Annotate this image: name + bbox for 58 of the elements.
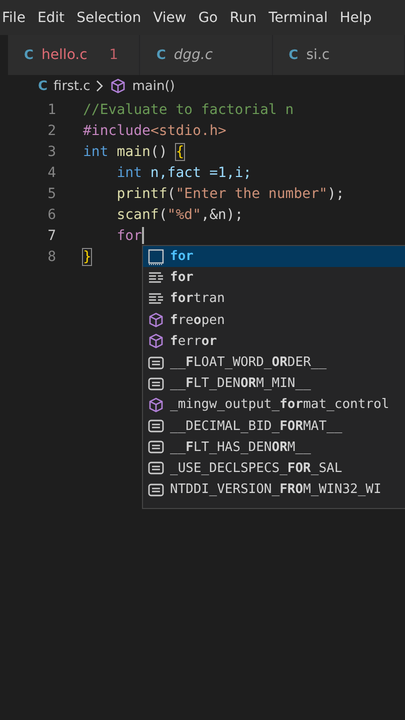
constant-icon [148,460,164,476]
suggestion-item[interactable]: _USE_DECLSPECS_FOR_SAL [143,458,405,480]
line-number: 7 [46,228,57,244]
suggestion-item[interactable]: for [143,267,405,288]
line-number: 6 [46,206,57,222]
chevron-icon [96,80,104,92]
suggestion-item[interactable]: __DECIMAL_BID_FORMAT__ [143,416,405,437]
file-type-label: C [288,48,298,62]
keyword-icon [148,248,164,265]
code-line: } [83,248,92,264]
menu-item[interactable]: Terminal [266,10,336,26]
menu-item[interactable]: Help [338,10,380,26]
suggestion-item[interactable]: fortran [143,288,405,310]
constant-icon [148,354,164,371]
editor-tab[interactable]: C dgg.c [140,35,273,75]
menu-item[interactable]: Edit [35,10,73,26]
code-line: int n,fact =1,i; [116,164,252,180]
code-line: printf("Enter the number"); [116,186,344,202]
file-type-label: C [24,48,34,62]
suggestion-item[interactable]: for [143,246,405,268]
line-number: 4 [46,164,57,180]
cube-icon [110,78,126,94]
cube-icon [148,312,164,328]
suggestion-item[interactable]: _mingw_output_format_control [143,394,405,416]
constant-icon [148,439,164,456]
suggestion-item[interactable]: __FLT_DENORM_MIN__ [143,373,405,394]
code-line: int main() { [83,144,184,160]
code-line: for [116,228,142,244]
line-number: 5 [46,186,57,202]
menu-item[interactable]: File [0,10,34,26]
menu-item[interactable]: Go [196,10,226,26]
menu-item[interactable]: Run [228,10,265,26]
constant-icon [148,482,164,498]
code-line: #include<stdio.h> [83,122,226,138]
file-type-label: C [38,78,48,94]
cube-icon [148,396,164,413]
breadcrumb-symbol[interactable]: main() [132,78,175,94]
line-number: 8 [46,248,57,264]
code-line: scanf("%d",&n); [116,206,244,222]
menu-item[interactable]: Selection [74,10,150,26]
line-number: 3 [46,144,57,160]
text-cursor [142,227,144,244]
suggestion-item[interactable]: freopen [143,310,405,331]
file-type-label: C [156,48,166,62]
line-number: 2 [46,122,57,138]
editor-tab[interactable]: C si.c [272,35,405,75]
breadcrumb-file[interactable]: first.c [54,78,90,94]
line-number: 1 [46,102,57,118]
code-line: //Evaluate to factorial n [83,102,294,118]
cube-icon [148,333,164,350]
editor-tab[interactable]: C hello.c 1 [8,35,140,75]
suggestion-item[interactable]: NTDDI_VERSION_FROM_WIN32_WI [143,479,405,500]
menu-item[interactable]: View [151,10,194,26]
constant-icon [148,418,164,434]
suggestion-item[interactable]: ferror [143,330,405,352]
suggestion-item[interactable]: __FLOAT_WORD_ORDER__ [143,352,405,374]
suggestion-item[interactable]: __FLT_HAS_DENORM__ [143,436,405,458]
constant-icon [148,376,164,392]
